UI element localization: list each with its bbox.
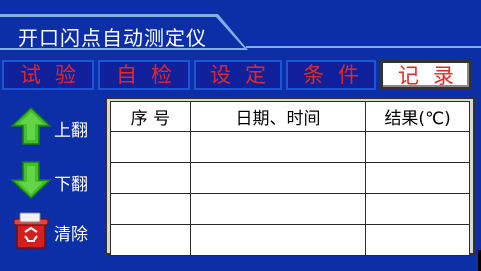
app-title: 开口闪点自动测定仪 [18,26,207,50]
arrow-down-icon [10,161,52,200]
tab-conditions[interactable]: 条件 [286,60,376,90]
cell-index [110,131,191,163]
arrow-up-icon [10,106,52,145]
tab-settings[interactable]: 设定 [194,60,282,90]
page-up-label: 上翻 [54,121,88,141]
tab-selfcheck[interactable]: 自检 [98,60,190,90]
col-result-header: 结果(℃) [365,101,470,132]
cell-datetime [189,162,367,194]
table-row[interactable] [110,224,470,256]
cell-index [110,224,191,256]
cell-datetime [189,193,367,225]
cell-index [110,193,191,225]
col-datetime-header: 日期、时间 [189,101,367,132]
tab-test[interactable]: 试验 [2,60,94,90]
cell-datetime [189,224,367,256]
clear-label: 清除 [54,225,88,245]
table-row[interactable] [110,193,470,225]
records-table-panel: 序 号 日期、时间 结果(℃) [105,97,475,256]
col-index-header: 序 号 [110,101,191,132]
tab-records[interactable]: 记录 [380,60,472,90]
cell-result [365,224,470,256]
table-row[interactable] [110,162,470,194]
cell-index [110,162,191,194]
cell-result [365,131,470,163]
page-down-button[interactable]: 下翻 [8,160,102,200]
table-row[interactable] [110,131,470,163]
tab-bar: 试验 自检 设定 条件 记录 [2,60,479,90]
cell-result [365,162,470,194]
title-rule [246,46,481,48]
side-panel: 上翻 下翻 清除 [4,96,100,268]
page-down-label: 下翻 [54,175,88,195]
cell-result [365,193,470,225]
table-header-row: 序 号 日期、时间 结果(℃) [110,101,470,132]
page-up-button[interactable]: 上翻 [8,106,102,146]
records-table: 序 号 日期、时间 结果(℃) [110,101,470,256]
cell-datetime [189,131,367,163]
recycle-bin-icon [13,212,49,249]
clear-button[interactable]: 清除 [8,210,102,250]
